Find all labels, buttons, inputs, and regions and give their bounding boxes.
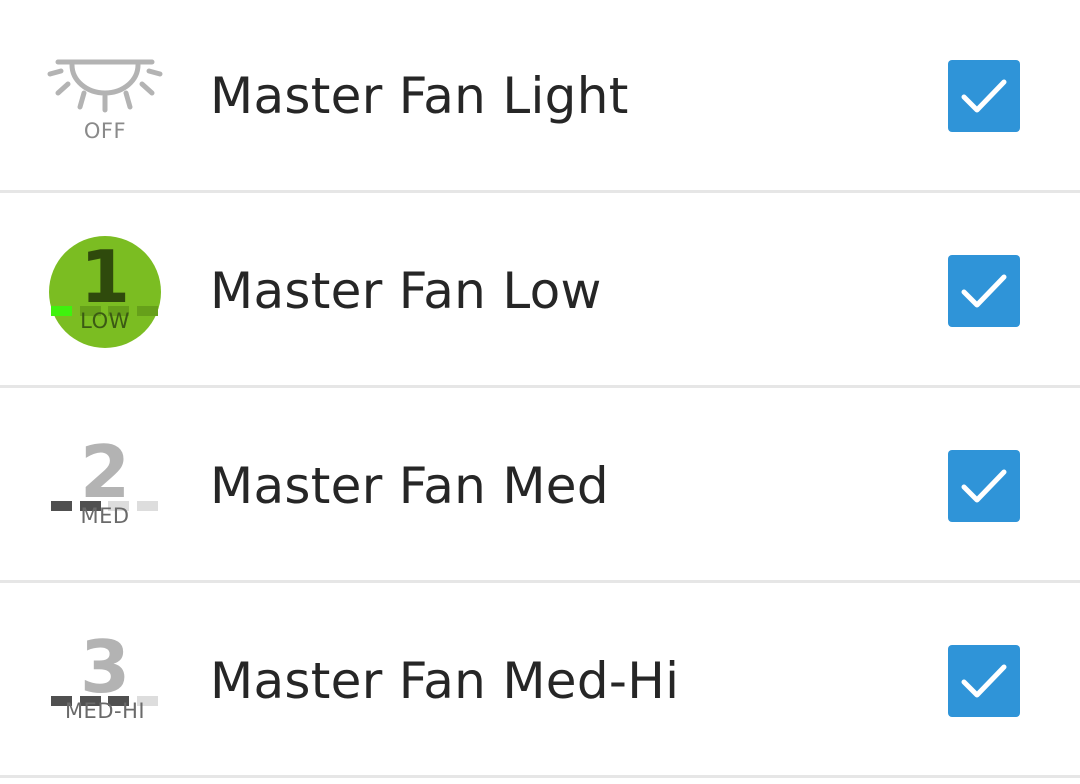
- device-name: Master Fan Med-Hi: [210, 652, 680, 710]
- checkmark-icon: [948, 450, 1020, 522]
- speed-label: MED: [80, 504, 130, 528]
- device-row-master-fan-med[interactable]: 2 MED Master Fan Med: [0, 390, 1080, 583]
- speed-1-icon: 1 LOW: [46, 233, 164, 351]
- speed-2-icon: 2 MED: [46, 428, 164, 546]
- checkmark-icon: [948, 645, 1020, 717]
- device-checkbox[interactable]: [948, 450, 1020, 522]
- speed-number: 2: [79, 430, 131, 514]
- device-name: Master Fan Med: [210, 457, 609, 515]
- device-checkbox[interactable]: [948, 255, 1020, 327]
- checkmark-icon: [948, 255, 1020, 327]
- device-row-master-fan-low[interactable]: 1 LOW Master Fan Low: [0, 195, 1080, 388]
- speed-number: 1: [79, 235, 131, 319]
- device-checkbox[interactable]: [948, 60, 1020, 132]
- device-checkbox[interactable]: [948, 645, 1020, 717]
- speed-label: LOW: [80, 309, 130, 333]
- device-name: Master Fan Light: [210, 67, 629, 125]
- speed-number: 3: [79, 625, 131, 709]
- speed-label: MED-HI: [64, 699, 146, 723]
- device-name: Master Fan Low: [210, 262, 602, 320]
- speed-3-icon: 3 MED-HI: [46, 623, 164, 741]
- device-row-master-fan-light[interactable]: OFF Master Fan Light: [0, 0, 1080, 193]
- device-row-master-fan-med-hi[interactable]: 3 MED-HI Master Fan Med-Hi: [0, 585, 1080, 778]
- light-state-label: OFF: [83, 119, 127, 143]
- checkmark-icon: [948, 60, 1020, 132]
- device-list: OFF Master Fan Light 1 LOW Master Fan Lo…: [0, 0, 1080, 784]
- bulb-off-icon: OFF: [46, 38, 164, 156]
